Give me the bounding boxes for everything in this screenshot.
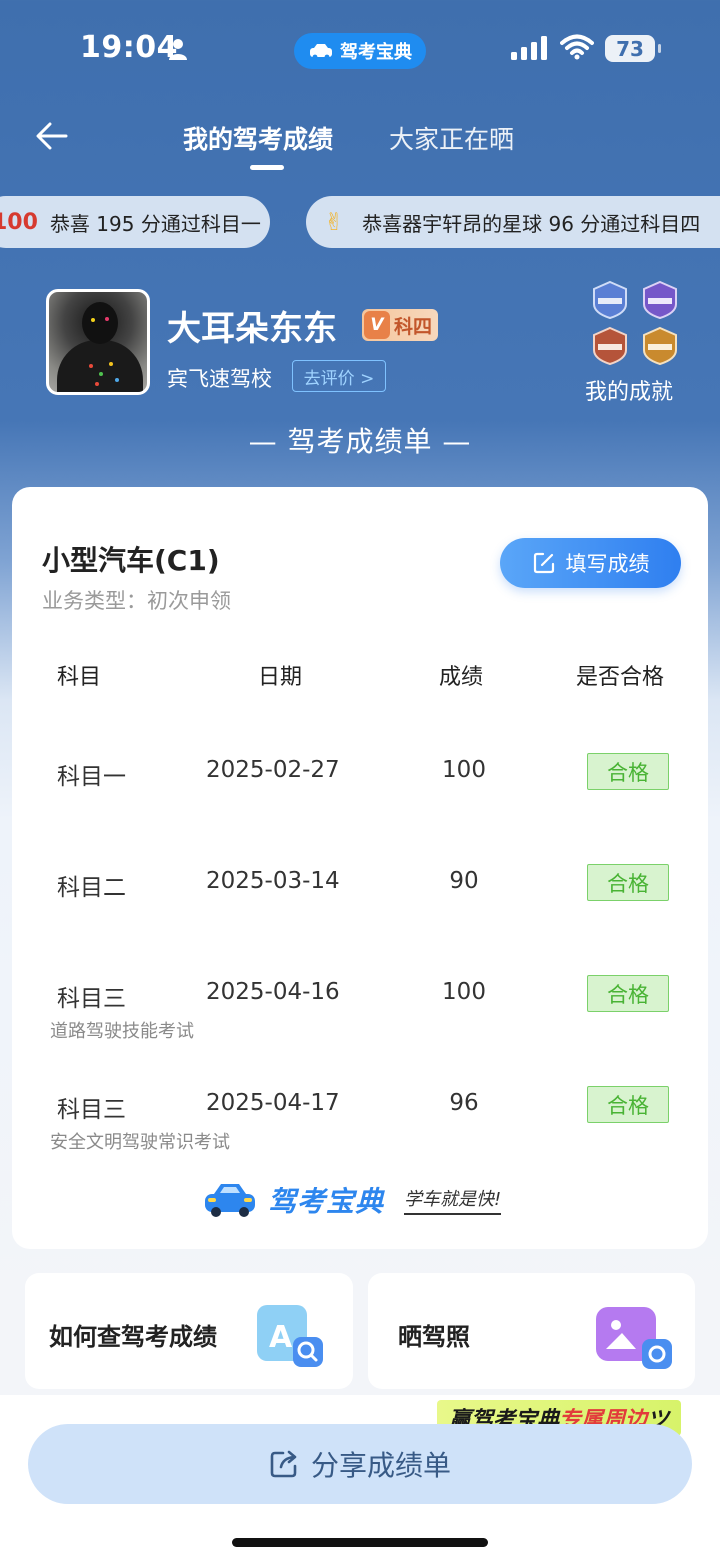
edit-icon bbox=[533, 552, 554, 574]
achievement-badge-icon bbox=[593, 280, 627, 320]
share-icon bbox=[270, 1450, 297, 1478]
hundred-points-icon: 100 bbox=[0, 209, 38, 235]
marquee-text: 恭喜 195 分通过科目一 bbox=[49, 211, 261, 236]
avatar-pattern bbox=[99, 372, 103, 376]
vehicle-type: 小型汽车(C1) bbox=[42, 544, 220, 577]
table-row: 科目二 2025-03-14 90 合格 bbox=[12, 864, 708, 928]
my-achievements-label[interactable]: 我的成就 bbox=[585, 374, 673, 406]
row-score: 100 bbox=[442, 979, 486, 1005]
app-pill-label: 驾考宝典 bbox=[340, 42, 412, 63]
avatar-pattern bbox=[95, 382, 99, 386]
avatar-pattern bbox=[89, 364, 93, 368]
achievement-badge-icon bbox=[643, 326, 677, 366]
photo-camera-icon bbox=[596, 1307, 672, 1369]
marquee-item: ✌ 恭喜器宇轩昂的星球 96 分通过科目四 bbox=[306, 196, 720, 248]
fill-score-button[interactable]: 填写成绩 bbox=[500, 538, 681, 588]
pass-badge: 合格 bbox=[587, 864, 669, 901]
pass-badge: 合格 bbox=[587, 1086, 669, 1123]
status-time: 19:04 bbox=[80, 30, 178, 65]
table-row: 科目三 2025-04-17 96 合格 安全文明驾驶常识考试 bbox=[12, 1086, 708, 1153]
how-to-query-scores-tile[interactable]: 如何查驾考成绩 A bbox=[25, 1273, 353, 1389]
victory-hand-icon: ✌ bbox=[324, 208, 345, 236]
fill-score-label: 填写成绩 bbox=[565, 552, 650, 576]
share-button-label: 分享成绩单 bbox=[310, 1449, 451, 1482]
brand-name: 驾考宝典 bbox=[268, 1185, 385, 1218]
row-subject: 科目三 bbox=[57, 986, 126, 1012]
row-subtitle: 安全文明驾驶常识考试 bbox=[50, 1132, 230, 1153]
battery-icon: 73 bbox=[605, 35, 661, 62]
share-license-tile[interactable]: 晒驾照 bbox=[368, 1273, 695, 1389]
marquee-text: 恭喜器宇轩昂的星球 96 分通过科目四 bbox=[362, 211, 701, 236]
row-date: 2025-02-27 bbox=[206, 757, 340, 783]
tab-my-scores[interactable]: 我的驾考成绩 bbox=[183, 120, 333, 156]
pass-badge: 合格 bbox=[587, 975, 669, 1012]
table-row: 科目三 2025-04-16 100 合格 道路驾驶技能考试 bbox=[12, 975, 708, 1042]
score-card: 小型汽车(C1) 业务类型：初次申领 填写成绩 科目 日期 成绩 是否合格 科目… bbox=[12, 487, 708, 1249]
avatar-pattern bbox=[115, 378, 119, 382]
username: 大耳朵东东 bbox=[167, 309, 337, 349]
level-badge-label: 科四 bbox=[394, 315, 433, 338]
home-indicator[interactable] bbox=[232, 1538, 488, 1547]
person-icon bbox=[169, 39, 187, 60]
car-icon bbox=[310, 44, 332, 60]
section-title: — 驾考成绩单 — bbox=[248, 425, 472, 458]
level-v-icon: V bbox=[364, 311, 390, 339]
header-date: 日期 bbox=[258, 665, 303, 690]
table-row: 科目一 2025-02-27 100 合格 bbox=[12, 753, 708, 817]
business-type: 业务类型：初次申领 bbox=[42, 589, 231, 613]
pass-badge: 合格 bbox=[587, 753, 669, 790]
avatar-eye bbox=[91, 318, 95, 322]
row-subject: 科目二 bbox=[57, 875, 126, 901]
search-document-icon: A bbox=[257, 1305, 323, 1367]
row-subtitle: 道路驾驶技能考试 bbox=[50, 1021, 194, 1042]
brand-logo: 驾考宝典 学车就是快! bbox=[202, 1180, 502, 1220]
row-date: 2025-03-14 bbox=[206, 868, 340, 894]
active-tab-indicator bbox=[250, 165, 284, 170]
row-score: 96 bbox=[449, 1090, 479, 1116]
avatar-figure-body bbox=[57, 340, 143, 392]
back-arrow-icon[interactable] bbox=[34, 118, 70, 154]
driving-school-name: 宾飞速驾校 bbox=[167, 367, 272, 391]
row-subject: 科目一 bbox=[57, 764, 126, 790]
wifi-icon bbox=[560, 34, 594, 60]
svg-text:A: A bbox=[269, 1320, 293, 1355]
rate-school-button[interactable]: 去评价 > bbox=[292, 360, 386, 392]
avatar-eye bbox=[105, 317, 109, 321]
header-passed: 是否合格 bbox=[576, 665, 665, 690]
avatar[interactable] bbox=[46, 289, 150, 395]
tile-label: 晒驾照 bbox=[398, 1323, 470, 1351]
header-subject: 科目 bbox=[57, 665, 102, 690]
row-score: 100 bbox=[442, 757, 486, 783]
avatar-pattern bbox=[109, 362, 113, 366]
achievement-badge-icon bbox=[643, 280, 677, 320]
status-bar: 19:04 驾考宝典 73 bbox=[0, 0, 720, 100]
achievements-grid[interactable] bbox=[590, 280, 686, 366]
row-date: 2025-04-16 bbox=[206, 979, 340, 1005]
brand-slogan: 学车就是快! bbox=[404, 1185, 502, 1215]
header-score: 成绩 bbox=[439, 665, 484, 690]
brand-car-icon bbox=[205, 1184, 255, 1217]
tab-everyone-sharing[interactable]: 大家正在晒 bbox=[389, 120, 514, 156]
level-badge: V 科四 bbox=[362, 309, 438, 341]
marquee-item: 100 恭喜 195 分通过科目一 bbox=[0, 196, 270, 248]
avatar-figure-head bbox=[82, 302, 118, 344]
share-scores-button[interactable]: 分享成绩单 bbox=[28, 1424, 692, 1504]
signal-icon bbox=[511, 36, 547, 60]
row-score: 90 bbox=[449, 868, 479, 894]
achievement-badge-icon bbox=[593, 326, 627, 366]
row-subject: 科目三 bbox=[57, 1097, 126, 1123]
row-date: 2025-04-17 bbox=[206, 1090, 340, 1116]
app-indicator-pill[interactable]: 驾考宝典 bbox=[294, 33, 426, 69]
tile-label: 如何查驾考成绩 bbox=[49, 1323, 217, 1351]
